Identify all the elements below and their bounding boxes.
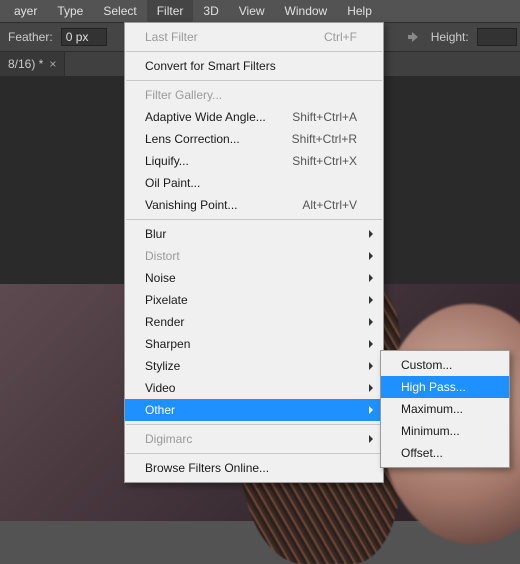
chevron-right-icon	[367, 271, 375, 285]
label: Sharpen	[145, 337, 357, 351]
feather-input[interactable]	[61, 28, 107, 46]
feather-label: Feather:	[8, 30, 53, 44]
label: Digimarc	[145, 432, 357, 446]
close-icon[interactable]: ×	[49, 57, 56, 71]
menu-item-liquify[interactable]: Liquify... Shift+Ctrl+X	[125, 150, 383, 172]
label: Noise	[145, 271, 357, 285]
label: Stylize	[145, 359, 357, 373]
menu-item-filter-gallery: Filter Gallery...	[125, 84, 383, 106]
tab-title: 8/16) *	[8, 57, 43, 71]
menu-item-vanishing[interactable]: Vanishing Point... Alt+Ctrl+V	[125, 194, 383, 216]
menu-filter[interactable]: Filter	[147, 0, 194, 22]
menu-item-blur[interactable]: Blur	[125, 223, 383, 245]
label: Other	[145, 403, 357, 417]
label: Convert for Smart Filters	[145, 59, 357, 73]
document-tab[interactable]: 8/16) * ×	[0, 52, 65, 76]
label: Video	[145, 381, 357, 395]
label: Custom...	[401, 358, 483, 372]
submenu-item-high-pass[interactable]: High Pass...	[381, 376, 509, 398]
chevron-right-icon	[367, 381, 375, 395]
menu-item-stylize[interactable]: Stylize	[125, 355, 383, 377]
menu-item-sharpen[interactable]: Sharpen	[125, 333, 383, 355]
label: Distort	[145, 249, 357, 263]
label: High Pass...	[401, 380, 483, 394]
menu-item-distort: Distort	[125, 245, 383, 267]
menu-item-other[interactable]: Other	[125, 399, 383, 421]
menu-item-lens[interactable]: Lens Correction... Shift+Ctrl+R	[125, 128, 383, 150]
height-label: Height:	[431, 30, 469, 44]
menu-item-oil[interactable]: Oil Paint...	[125, 172, 383, 194]
label: Minimum...	[401, 424, 483, 438]
submenu-item-maximum[interactable]: Maximum...	[381, 398, 509, 420]
label: Browse Filters Online...	[145, 461, 357, 475]
menu-item-noise[interactable]: Noise	[125, 267, 383, 289]
separator	[126, 80, 382, 81]
chevron-right-icon	[367, 249, 375, 263]
label: Adaptive Wide Angle...	[145, 110, 292, 124]
submenu-item-minimum[interactable]: Minimum...	[381, 420, 509, 442]
menu-select[interactable]: Select	[93, 0, 146, 22]
label: Render	[145, 315, 357, 329]
filter-menu: Last Filter Ctrl+F Convert for Smart Fil…	[124, 22, 384, 483]
label: Last Filter	[145, 30, 324, 44]
menu-view[interactable]: View	[229, 0, 275, 22]
shortcut: Alt+Ctrl+V	[302, 198, 357, 212]
label: Blur	[145, 227, 357, 241]
chevron-right-icon	[367, 315, 375, 329]
menu-window[interactable]: Window	[275, 0, 338, 22]
menu-item-browse[interactable]: Browse Filters Online...	[125, 457, 383, 479]
label: Oil Paint...	[145, 176, 357, 190]
menu-item-render[interactable]: Render	[125, 311, 383, 333]
menu-item-video[interactable]: Video	[125, 377, 383, 399]
chevron-right-icon	[367, 432, 375, 446]
chevron-right-icon	[367, 293, 375, 307]
label: Offset...	[401, 446, 483, 460]
menubar: ayer Type Select Filter 3D View Window H…	[0, 0, 520, 22]
menu-item-last-filter: Last Filter Ctrl+F	[125, 26, 383, 48]
submenu-item-custom[interactable]: Custom...	[381, 354, 509, 376]
separator	[126, 219, 382, 220]
chevron-right-icon	[367, 359, 375, 373]
menu-item-convert-smart[interactable]: Convert for Smart Filters	[125, 55, 383, 77]
other-submenu: Custom... High Pass... Maximum... Minimu…	[380, 350, 510, 468]
menu-layer[interactable]: ayer	[4, 0, 47, 22]
shortcut: Ctrl+F	[324, 30, 357, 44]
menu-type[interactable]: Type	[47, 0, 93, 22]
menu-help[interactable]: Help	[337, 0, 382, 22]
chevron-right-icon	[367, 227, 375, 241]
shortcut: Shift+Ctrl+A	[292, 110, 357, 124]
label: Liquify...	[145, 154, 292, 168]
height-input[interactable]	[477, 28, 517, 46]
label: Maximum...	[401, 402, 483, 416]
submenu-item-offset[interactable]: Offset...	[381, 442, 509, 464]
label: Lens Correction...	[145, 132, 292, 146]
chevron-right-icon	[367, 403, 375, 417]
swap-icon[interactable]	[403, 27, 423, 47]
label: Pixelate	[145, 293, 357, 307]
label: Filter Gallery...	[145, 88, 357, 102]
menu-item-digimarc: Digimarc	[125, 428, 383, 450]
separator	[126, 51, 382, 52]
separator	[126, 424, 382, 425]
shortcut: Shift+Ctrl+X	[292, 154, 357, 168]
shortcut: Shift+Ctrl+R	[292, 132, 357, 146]
menu-item-pixelate[interactable]: Pixelate	[125, 289, 383, 311]
separator	[126, 453, 382, 454]
menu-3d[interactable]: 3D	[193, 0, 228, 22]
label: Vanishing Point...	[145, 198, 302, 212]
chevron-right-icon	[367, 337, 375, 351]
menu-item-adaptive[interactable]: Adaptive Wide Angle... Shift+Ctrl+A	[125, 106, 383, 128]
